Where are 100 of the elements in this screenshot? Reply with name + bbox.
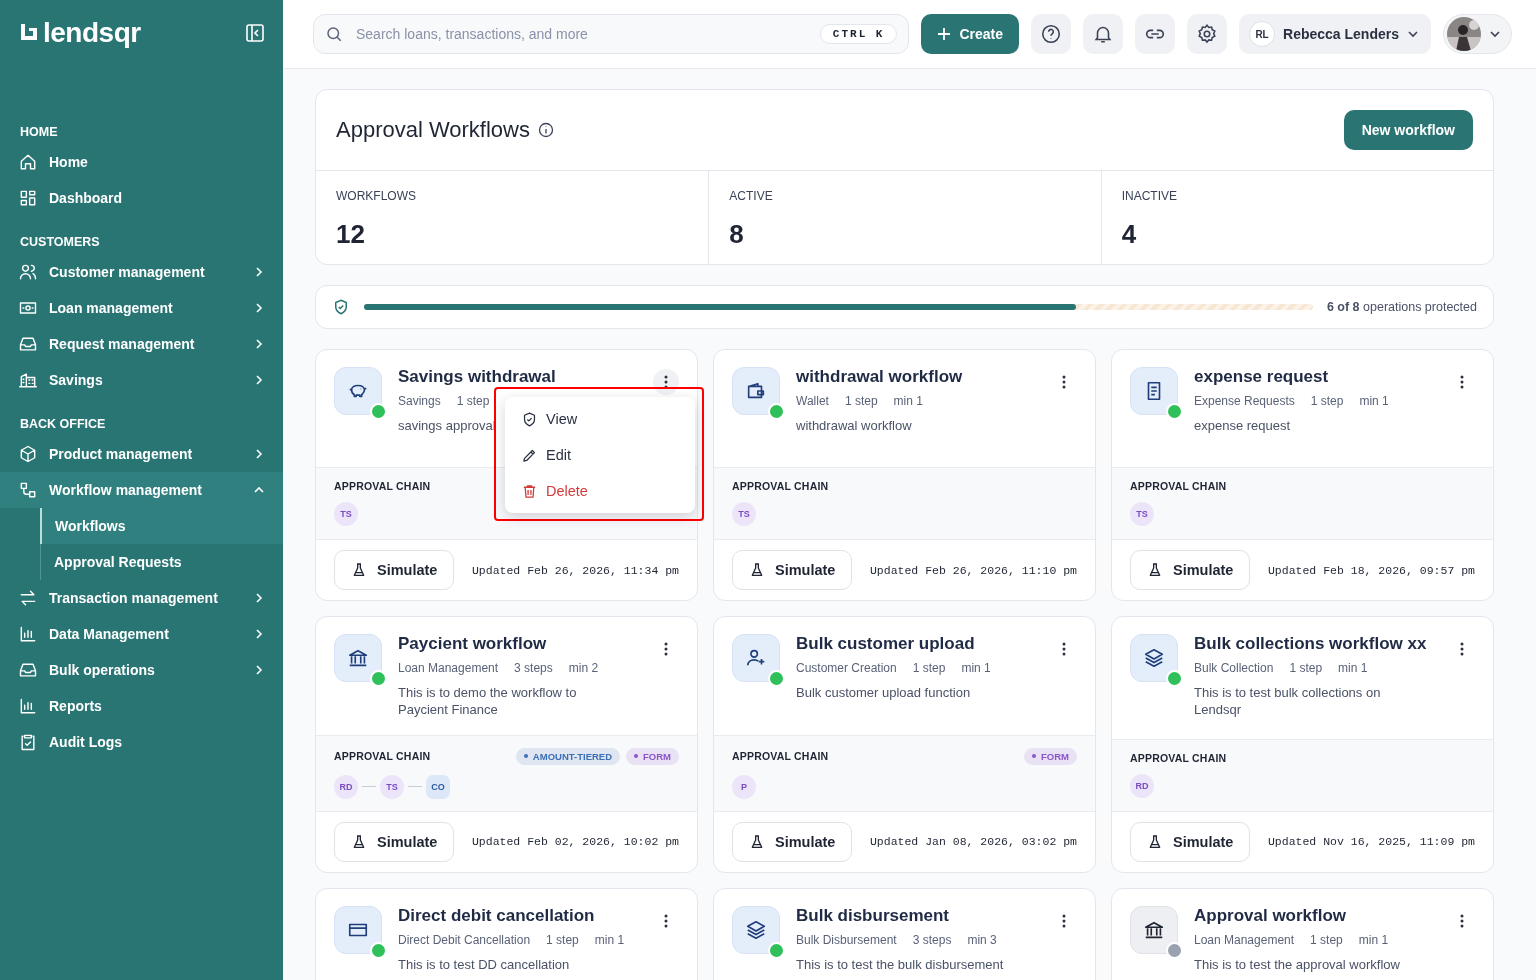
settings-button[interactable] [1187, 14, 1228, 54]
flask-icon [351, 562, 367, 578]
nav-item[interactable]: Workflow management [0, 472, 283, 508]
create-button[interactable]: Create [921, 14, 1020, 54]
nav-item[interactable]: Bulk operations [0, 652, 283, 688]
info-icon [538, 122, 554, 138]
updated-timestamp: Updated Feb 26, 2026, 11:34 pm [471, 563, 679, 577]
user-menu-button[interactable]: RL Rebecca Lenders [1239, 14, 1431, 54]
nav-item[interactable]: Loan management [0, 290, 283, 326]
workflow-meta: min 3 [967, 932, 997, 947]
layers-icon [1143, 647, 1165, 669]
workflow-title: Bulk disbursement [796, 905, 951, 926]
updated-timestamp: Updated Feb 02, 2026, 10:02 pm [471, 835, 679, 849]
chevron-icon [253, 628, 265, 640]
flask-icon [1147, 562, 1163, 578]
brand-name: lendsqr [43, 17, 141, 49]
box-icon [18, 444, 38, 464]
workflow-title: withdrawal workflow [796, 367, 964, 387]
chevron-icon [253, 664, 265, 676]
workflow-meta: min 1 [594, 932, 625, 947]
profile-button[interactable] [1443, 14, 1512, 54]
tag: FORM [626, 747, 679, 765]
workflow-title: Approval workflow [1194, 905, 1348, 926]
nav-item[interactable]: Product management [0, 436, 283, 472]
approval-chain-label: APPROVAL CHAIN [334, 750, 431, 763]
workflow-description: Bulk customer upload function [796, 685, 971, 702]
approver-avatar: RD [1130, 773, 1154, 798]
workflow-description: This is to test bulk collections on Lendsqr [1194, 685, 1382, 719]
help-icon [1040, 23, 1063, 45]
workflow-title: Savings withdrawal [398, 367, 557, 387]
workflow-description: This is to test the approval workflow [1194, 956, 1400, 974]
simulate-button[interactable]: Simulate [732, 821, 853, 862]
kebab-icon [1062, 642, 1066, 656]
user-initials-avatar: RL [1249, 21, 1276, 47]
collapse-sidebar-icon[interactable] [245, 23, 265, 43]
menu-item[interactable]: View [505, 401, 695, 437]
workflow-meta: min 2 [568, 661, 599, 675]
nav-item[interactable]: Request management [0, 326, 283, 362]
home-icon [18, 152, 38, 172]
workflow-meta: Loan Management [398, 661, 499, 675]
kebab-icon [1460, 375, 1464, 389]
approver-avatar: TS [732, 502, 756, 526]
simulate-button[interactable]: Simulate [1130, 550, 1251, 590]
simulate-button[interactable]: Simulate [732, 550, 853, 590]
stat-value: 4 [1121, 219, 1138, 250]
simulate-button[interactable]: Simulate [334, 821, 455, 862]
workflow-meta: 1 step [546, 932, 579, 947]
menu-item[interactable]: Delete [505, 473, 695, 509]
link-button[interactable] [1135, 14, 1176, 54]
nav-item[interactable]: Savings [0, 362, 283, 398]
more-options-button[interactable] [653, 369, 679, 395]
workflow-description: withdrawal workflow [796, 418, 912, 435]
help-button[interactable] [1031, 14, 1072, 54]
simulate-button[interactable]: Simulate [1130, 821, 1251, 862]
plus-icon [937, 27, 952, 41]
chevron-icon [253, 374, 265, 386]
workflow-meta: Bulk Collection [1194, 661, 1274, 675]
workflow-title: expense request [1194, 367, 1330, 387]
workflow-title: Direct debit cancellation [398, 905, 596, 926]
section-heading: CUSTOMERS [19, 234, 101, 251]
nav-subitem[interactable]: Approval Requests [41, 544, 283, 580]
inbox-icon [18, 660, 38, 680]
workflow-title: Paycient workflow [398, 634, 548, 654]
updated-timestamp: Updated Nov 16, 2025, 11:09 pm [1267, 835, 1475, 849]
flask-icon [1147, 833, 1163, 850]
nav-item[interactable]: Home [0, 144, 283, 180]
users-icon [18, 262, 38, 282]
nav-item[interactable]: Transaction management [0, 580, 283, 616]
nav-item[interactable]: Data Management [0, 616, 283, 652]
notifications-button[interactable] [1083, 14, 1124, 54]
menu-item[interactable]: Edit [505, 437, 695, 473]
workflow-meta: min 1 [961, 661, 991, 675]
chevron-icon [253, 592, 265, 604]
workflow-meta: Bulk Disbursement [796, 932, 897, 947]
clipboard-icon [18, 732, 38, 752]
shield-check-icon [521, 410, 538, 428]
nodes-icon [18, 480, 38, 500]
workflow-description: This is to demo the workflow to Paycient Finance [398, 685, 578, 719]
workflow-meta: 1 step [1289, 661, 1323, 675]
inbox-icon [18, 334, 38, 354]
kebab-icon [1062, 913, 1066, 928]
stat-label: WORKFLOWS [336, 189, 417, 203]
nav-item[interactable]: Customer management [0, 254, 283, 290]
workflow-meta: Customer Creation [796, 661, 897, 675]
tag: AMOUNT-TIERED [515, 747, 621, 765]
approver-avatar: TS [1130, 502, 1154, 526]
stat-label: ACTIVE [729, 189, 774, 203]
grid-icon [18, 188, 38, 208]
shortcut-badge: CTRL K [819, 24, 898, 44]
nav-item[interactable]: Reports [0, 688, 283, 724]
trash-icon [521, 482, 538, 500]
updated-timestamp: Updated Feb 26, 2026, 11:10 pm [869, 563, 1077, 577]
logo-icon [20, 23, 38, 43]
simulate-button[interactable]: Simulate [334, 550, 455, 590]
bar-chart-icon [18, 624, 38, 644]
new-workflow-button[interactable]: New workflow [1343, 110, 1473, 150]
nav-subitem[interactable]: Workflows [40, 508, 283, 544]
nav-item[interactable]: Audit Logs [0, 724, 283, 760]
nav-item[interactable]: Dashboard [0, 180, 283, 216]
bank-icon [347, 647, 369, 669]
